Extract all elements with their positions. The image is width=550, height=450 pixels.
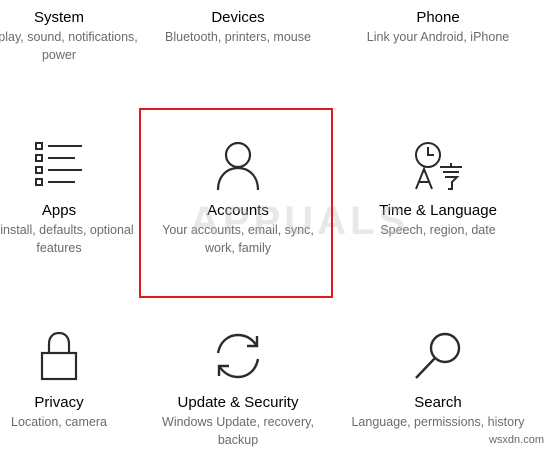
settings-tile-time-language[interactable]: Time & Language Speech, region, date [348, 142, 528, 239]
tile-description: Your accounts, email, sync, work, family [162, 223, 314, 255]
settings-tile-accounts[interactable]: Accounts Your accounts, email, sync, wor… [148, 141, 328, 257]
tile-title: Phone [416, 9, 460, 26]
tile-description: Display, sound, notifications, power [0, 30, 138, 62]
settings-tile-devices[interactable]: Devices Bluetooth, printers, mouse [148, 8, 328, 46]
settings-tile-search[interactable]: Search Language, permissions, history [348, 332, 528, 431]
settings-tile-update-security[interactable]: Update & Security Windows Update, recove… [148, 333, 328, 449]
search-icon [413, 331, 463, 381]
site-watermark: wsxdn.com [488, 434, 544, 446]
sync-icon [212, 331, 264, 381]
time-language-icon [412, 141, 464, 191]
settings-tile-system[interactable]: System Display, sound, notifications, po… [0, 8, 149, 64]
tile-description: Location, camera [11, 415, 107, 429]
person-icon [216, 141, 260, 191]
settings-tile-apps[interactable]: Apps Uninstall, defaults, optional featu… [0, 142, 149, 257]
tile-title: Devices [211, 9, 265, 26]
tile-description: Windows Update, recovery, backup [162, 415, 314, 447]
tile-description: Language, permissions, history [351, 415, 525, 429]
tile-title: Search [414, 394, 462, 411]
tile-description: Uninstall, defaults, optional features [0, 223, 134, 255]
settings-tile-privacy[interactable]: Privacy Location, camera [0, 331, 149, 431]
tile-title: Accounts [207, 202, 269, 219]
tile-description: Link your Android, iPhone [366, 30, 510, 44]
apps-list-icon [35, 141, 83, 187]
tile-title: Update & Security [177, 394, 299, 411]
lock-icon [40, 331, 78, 381]
tile-title: System [33, 9, 84, 26]
settings-tile-phone[interactable]: Phone Link your Android, iPhone [348, 8, 528, 46]
tile-description: Bluetooth, printers, mouse [165, 30, 311, 44]
tile-title: Privacy [34, 394, 84, 411]
tile-description: Speech, region, date [380, 223, 496, 237]
tile-title: Apps [41, 202, 77, 219]
tile-title: Time & Language [379, 202, 497, 219]
